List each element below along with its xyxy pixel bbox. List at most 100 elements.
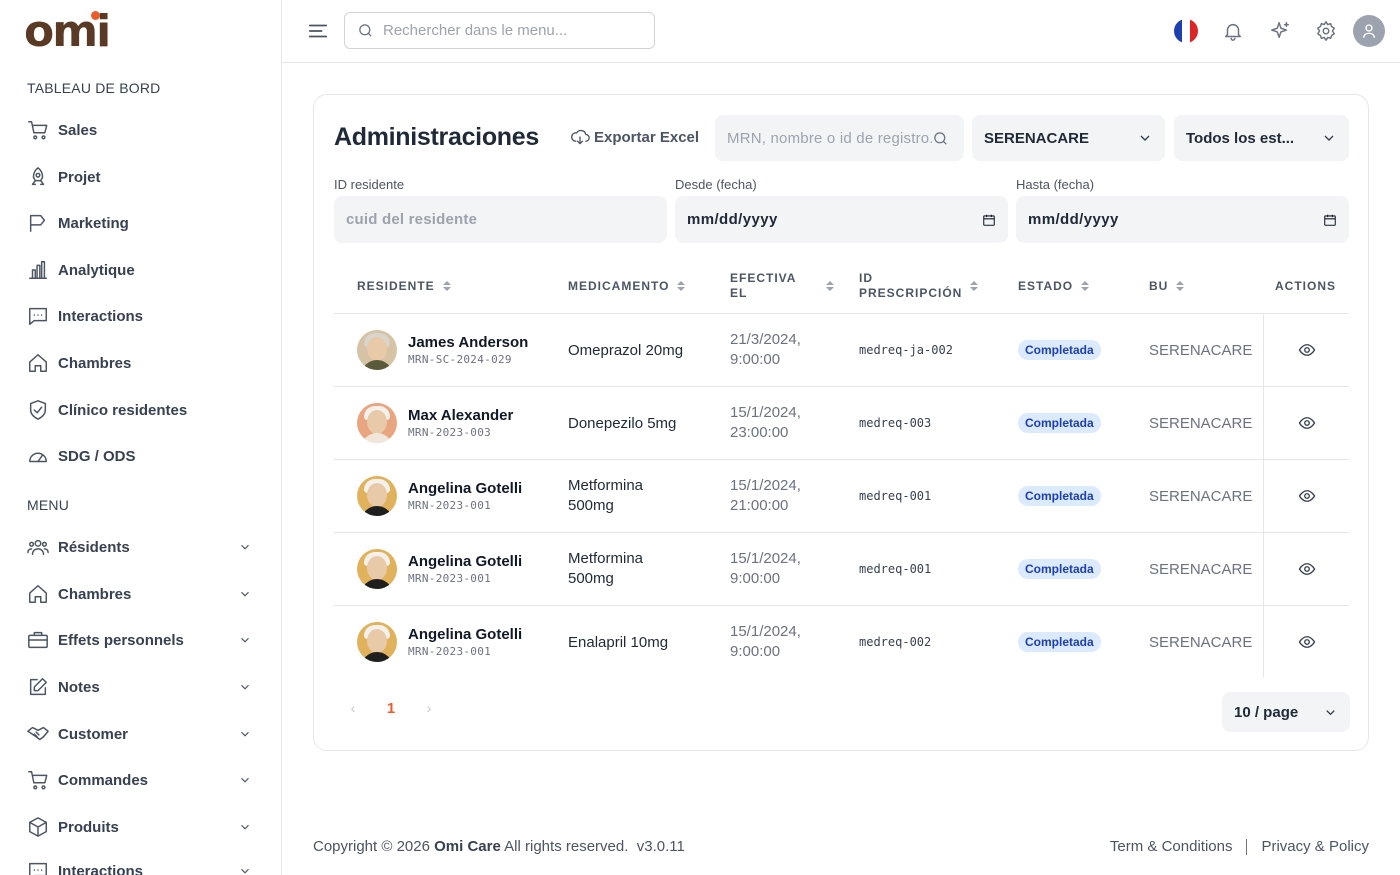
chevron-down-icon[interactable] [238,587,252,601]
company-name: Omi Care [434,838,501,855]
sidebar-item-label: Interactions [58,307,144,325]
to-date-label: Hasta (fecha) [1016,177,1095,192]
medication-cell: Metformina 500mg [568,460,643,532]
column-label: ESTADO [1018,279,1074,293]
sort-icon[interactable] [1176,281,1185,291]
record-search-input[interactable] [727,129,932,147]
column-prescription[interactable]: ID PRESCRIPCIÓN [859,258,979,314]
column-resident[interactable]: RESIDENTE [357,258,451,314]
menu-search-input[interactable] [383,22,633,39]
chevron-down-icon[interactable] [238,773,252,787]
page-1-button[interactable]: 1 [372,692,410,724]
sidebar-item-sales[interactable]: Sales [27,112,257,148]
resident-cell: Angelina Gotelli MRN-2023-001 [357,460,522,532]
sidebar-item-chambres-menu[interactable]: Chambres [27,576,257,612]
column-label: PRESCRIPCIÓN [859,286,963,300]
sidebar-item-sdg[interactable]: SDG / ODS [27,438,257,474]
sidebar-item-notes[interactable]: Notes [27,669,257,705]
record-search[interactable] [715,115,964,161]
bu-select[interactable]: SERENACARE [972,115,1165,161]
chevron-down-icon[interactable] [238,727,252,741]
sidebar-item-produits[interactable]: Produits [27,809,257,845]
privacy-link[interactable]: Privacy & Policy [1261,838,1369,855]
resident-id-field[interactable]: cuid del residente [334,196,667,243]
sidebar-item-label: Customer [58,725,129,743]
chevron-down-icon[interactable] [238,864,252,875]
gauge-icon [27,445,49,467]
resident-name[interactable]: Angelina Gotelli [408,626,522,643]
shield-check-icon [27,399,49,421]
column-bu[interactable]: BU [1149,258,1185,314]
column-medication[interactable]: MEDICAMENTO [568,258,686,314]
next-page-button[interactable]: › [410,692,448,724]
to-date-field[interactable]: mm/dd/yyyy [1016,196,1349,243]
eye-icon[interactable] [1298,414,1316,432]
sidebar-item-interactions[interactable]: Interactions [27,298,257,334]
column-status[interactable]: ESTADO [1018,258,1090,314]
sort-icon[interactable] [826,281,835,291]
sidebar-item-analytique[interactable]: Analytique [27,252,257,288]
calendar-icon[interactable] [982,213,996,227]
chevron-down-icon[interactable] [238,680,252,694]
from-date-field[interactable]: mm/dd/yyyy [675,196,1008,243]
column-effective[interactable]: EFECTIVA EL [730,258,835,314]
resident-name[interactable]: Angelina Gotelli [408,553,522,570]
export-excel-button[interactable]: Exportar Excel [570,127,699,147]
resident-name[interactable]: Angelina Gotelli [408,480,522,497]
effective-cell: 15/1/2024, 9:00:00 [730,533,801,605]
table-header: RESIDENTE MEDICAMENTO EFECTIVA EL ID PRESC… [334,258,1349,314]
edit-icon [27,676,49,698]
medication-dose: 500mg [568,497,614,514]
search-icon [359,24,372,37]
sidebar-item-clinico[interactable]: Clínico residentes [27,392,257,428]
resident-id-placeholder: cuid del residente [346,211,478,228]
eye-icon[interactable] [1298,560,1316,578]
sidebar-item-marketing[interactable]: Marketing [27,205,257,241]
page-size-select[interactable]: 10 / page [1222,692,1350,732]
sidebar-item-projet[interactable]: Projet [27,159,257,195]
resident-name[interactable]: Max Alexander [408,407,513,424]
language-flag-fr[interactable] [1174,19,1198,43]
sidebar-item-interactions-menu[interactable]: Interactions [27,853,257,875]
sort-icon[interactable] [970,281,979,291]
sidebar-item-label: SDG / ODS [58,447,136,465]
sort-icon[interactable] [1081,281,1090,291]
omi-logo[interactable]: omi [24,10,111,54]
sidebar-item-commandes[interactable]: Commandes [27,762,257,798]
menu-search[interactable] [344,12,655,49]
eye-icon[interactable] [1298,633,1316,651]
briefcase-icon [27,629,49,651]
column-label: EFECTIVA [730,271,797,285]
message-icon [27,305,49,327]
chevron-down-icon[interactable] [238,820,252,834]
calendar-icon[interactable] [1323,213,1337,227]
effective-cell: 15/1/2024, 23:00:00 [730,387,801,459]
users-icon [27,536,49,558]
bell-icon[interactable] [1220,18,1246,44]
eye-icon[interactable] [1298,487,1316,505]
menu-toggle-icon[interactable] [307,20,329,42]
user-avatar-icon[interactable] [1353,15,1385,47]
sidebar-item-effets[interactable]: Effets personnels [27,622,257,658]
chevron-down-icon[interactable] [238,633,252,647]
chevron-down-icon [1140,135,1150,141]
resident-name[interactable]: James Anderson [408,334,528,351]
sort-icon[interactable] [677,281,686,291]
status-select[interactable]: Todos los est... [1174,115,1349,161]
eye-icon[interactable] [1298,341,1316,359]
terms-link[interactable]: Term & Conditions [1110,838,1233,855]
actions-cell [1263,314,1349,386]
table-row: Angelina Gotelli MRN-2023-001 Enalapril 1… [334,606,1349,679]
sidebar-item-chambres[interactable]: Chambres [27,345,257,381]
resident-avatar [357,476,397,516]
prev-page-button[interactable]: ‹ [334,692,372,724]
column-label: ACTIONS [1275,279,1336,293]
sidebar-item-label: Marketing [58,214,129,232]
sparkle-icon[interactable] [1267,18,1293,44]
chevron-down-icon[interactable] [238,540,252,554]
sort-icon[interactable] [442,281,451,291]
sidebar-item-residents[interactable]: Résidents [27,529,257,565]
footer-divider [1246,838,1248,855]
gear-icon[interactable] [1313,18,1339,44]
sidebar-item-customer[interactable]: Customer [27,716,257,752]
